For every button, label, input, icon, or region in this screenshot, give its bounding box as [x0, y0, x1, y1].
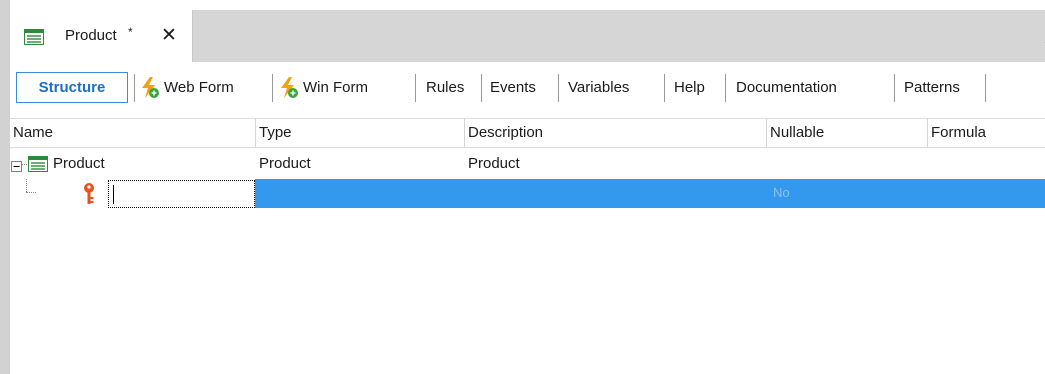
tab-win-form-label: Win Form	[303, 79, 368, 96]
cell-name: Product	[53, 155, 105, 172]
tab-structure[interactable]: Structure	[16, 72, 128, 103]
attribute-name-input[interactable]	[108, 180, 255, 208]
column-header-description[interactable]: Description	[464, 119, 766, 147]
cell-description: Product	[468, 155, 520, 172]
table-row[interactable]: Product Product Product	[10, 151, 1045, 177]
text-caret	[113, 185, 114, 204]
transaction-icon	[24, 29, 44, 49]
tab-events[interactable]: Events	[490, 76, 536, 100]
toolbar-separator	[985, 74, 986, 102]
key-icon	[82, 182, 96, 210]
toolbar-separator	[481, 74, 482, 102]
table-row-selected[interactable]: No	[10, 179, 1045, 208]
column-header-nullable[interactable]: Nullable	[766, 119, 927, 147]
column-header-type[interactable]: Type	[255, 119, 464, 147]
toolbar-separator	[134, 74, 135, 102]
toolbar-separator	[894, 74, 895, 102]
cell-nullable[interactable]: No	[773, 180, 790, 206]
structure-grid-header: Name Type Description Nullable Formula	[10, 118, 1045, 148]
tree-connector	[26, 179, 27, 192]
tab-help[interactable]: Help	[674, 76, 705, 100]
tree-connector	[26, 192, 36, 193]
selection-highlight	[255, 179, 1045, 208]
lightning-plus-icon	[279, 77, 299, 99]
tab-documentation[interactable]: Documentation	[736, 76, 837, 100]
minus-expander-icon[interactable]	[11, 159, 22, 176]
object-section-toolbar: Structure Web Form Win Form Rules Events…	[10, 62, 1045, 114]
lightning-plus-icon	[140, 77, 160, 99]
toolbar-separator	[664, 74, 665, 102]
tab-win-form[interactable]: Win Form	[279, 76, 368, 100]
tab-web-form-label: Web Form	[164, 79, 234, 96]
column-header-formula[interactable]: Formula	[927, 119, 1045, 147]
transaction-icon	[28, 156, 48, 176]
left-panel-edge	[0, 0, 10, 374]
document-tab-title: Product	[65, 27, 117, 44]
document-tab-product[interactable]: Product * ✕	[10, 10, 193, 62]
toolbar-separator	[415, 74, 416, 102]
toolbar-separator	[272, 74, 273, 102]
cell-type: Product	[259, 155, 311, 172]
tab-variables[interactable]: Variables	[568, 76, 629, 100]
column-header-name[interactable]: Name	[10, 119, 255, 147]
document-tab-strip: Product * ✕ ▼	[10, 10, 1045, 62]
tab-patterns[interactable]: Patterns	[904, 76, 960, 100]
toolbar-separator	[558, 74, 559, 102]
unsaved-marker: *	[128, 25, 133, 39]
close-icon[interactable]: ✕	[161, 24, 177, 47]
tab-web-form[interactable]: Web Form	[140, 76, 234, 100]
tab-rules[interactable]: Rules	[426, 76, 464, 100]
toolbar-separator	[725, 74, 726, 102]
